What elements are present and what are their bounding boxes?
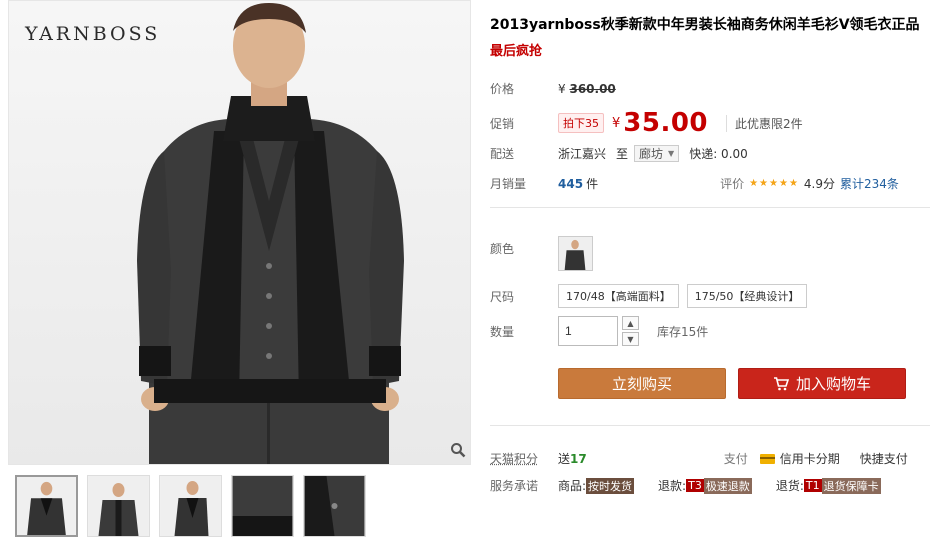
stock-text: 库存15件	[657, 324, 709, 339]
main-product-image[interactable]: YARNBOSS	[8, 0, 471, 465]
delivery-from: 浙江嘉兴	[558, 147, 607, 161]
credit-card-icon	[759, 453, 775, 464]
thumbnail-image	[17, 477, 76, 535]
color-swatch[interactable]	[558, 236, 593, 271]
original-price-value: 360.00	[569, 81, 616, 96]
promo-row: 促销 拍下35 ¥ 35.00 此优惠限2件	[490, 108, 803, 138]
size-option-2[interactable]: 175/50【经典设计】	[686, 284, 808, 308]
promo-currency: ¥	[612, 115, 621, 131]
thumbnail-1[interactable]	[15, 475, 78, 537]
rating-label: 评价	[720, 177, 745, 191]
service-badge: 按时发货	[586, 477, 635, 494]
points-prefix: 送	[558, 452, 571, 466]
service-row: 服务承诺 商品: 按时发货 退款: T3 极速退款 退货: T1 退货保障卡	[490, 477, 881, 494]
quantity-label: 数量	[490, 324, 515, 339]
zoom-button[interactable]	[448, 440, 468, 460]
thumbnail-2[interactable]	[87, 475, 150, 537]
sales-count: 445	[558, 176, 584, 191]
color-label: 颜色	[490, 242, 515, 256]
product-title: 2013yarnboss秋季新款中年男装长袖商务休闲羊毛衫V领毛衣正品	[490, 17, 920, 33]
add-to-cart-button[interactable]: 加入购物车	[738, 368, 906, 399]
service-badge: 退货保障卡	[821, 477, 881, 494]
delivery-to-word: 至	[616, 147, 629, 161]
sales-row: 月销量 445 件 评价 ★★★★★ 4.9分 累计234条	[490, 175, 899, 192]
delivery-label: 配送	[490, 147, 515, 161]
service-prefix: 退款:	[658, 479, 687, 493]
price-label: 价格	[490, 82, 515, 96]
chevron-up-icon: ▲	[627, 318, 634, 328]
thumbnail-image	[88, 476, 149, 536]
increase-button[interactable]: ▲	[622, 316, 639, 330]
decrease-button[interactable]: ▼	[622, 332, 639, 346]
size-label: 尺码	[490, 289, 515, 304]
add-to-cart-label: 加入购物车	[795, 375, 871, 393]
magnifier-icon	[451, 443, 466, 458]
express-fee: 快递: 0.00	[689, 147, 748, 161]
payment-label: 支付	[723, 452, 748, 466]
color-row: 颜色	[490, 236, 593, 271]
service-prefix: 商品:	[558, 479, 587, 493]
destination-dropdown[interactable]: 廊坊 ▼	[634, 145, 680, 162]
thumbnail-5[interactable]	[303, 475, 366, 537]
service-code: T1	[803, 479, 822, 492]
quantity-row: 数量 ▲ ▼ 库存15件	[490, 316, 708, 346]
thumbnail-image	[232, 476, 293, 536]
buy-now-button[interactable]: 立刻购买	[558, 368, 726, 399]
quantity-stepper: ▲ ▼	[622, 316, 639, 346]
quantity-input[interactable]	[558, 316, 618, 346]
service-label: 服务承诺	[490, 479, 539, 493]
thumbnail-image	[160, 476, 221, 536]
rating-stars-icon: ★★★★★	[749, 178, 799, 189]
service-code: T3	[686, 479, 704, 492]
quick-pay[interactable]: 快捷支付	[860, 450, 908, 467]
cart-icon	[773, 376, 789, 391]
sales-label: 月销量	[490, 177, 527, 191]
size-row: 尺码 170/48【高端面料】 175/50【经典设计】	[490, 284, 815, 308]
service-item-refund[interactable]: 退款: T3 极速退款	[658, 477, 752, 494]
credit-installment[interactable]: 信用卡分期	[780, 450, 840, 467]
points-value: 17	[570, 451, 587, 466]
buy-now-label: 立刻购买	[611, 375, 672, 393]
thumbnail-4[interactable]	[231, 475, 294, 537]
points-label[interactable]: 天猫积分	[490, 450, 558, 467]
price-row: 价格 ¥ 360.00	[490, 80, 616, 97]
sales-unit: 件	[586, 177, 599, 191]
rating-score: 4.9分	[803, 177, 836, 191]
service-badge: 极速退款	[703, 477, 752, 494]
size-option-1[interactable]: 170/48【高端面料】	[558, 284, 679, 308]
chevron-down-icon: ▼	[668, 149, 675, 158]
destination-value: 廊坊	[639, 147, 664, 161]
promo-limit: 此优惠限2件	[726, 114, 803, 132]
service-item-goods[interactable]: 商品: 按时发货	[558, 477, 635, 494]
currency-symbol: ¥	[558, 81, 566, 96]
thumbnail-3[interactable]	[159, 475, 222, 537]
section-divider	[490, 207, 930, 208]
product-subtitle: 最后疯抢	[490, 44, 543, 59]
promo-label: 促销	[490, 116, 515, 131]
promo-tag: 拍下35	[558, 113, 604, 133]
original-price: ¥ 360.00	[558, 82, 616, 96]
swatch-image	[559, 237, 592, 270]
service-item-return[interactable]: 退货: T1 退货保障卡	[776, 477, 881, 494]
section-divider	[490, 425, 930, 426]
promo-price: 35.00	[623, 108, 709, 138]
selected-arrow-icon	[44, 475, 54, 477]
points-row: 天猫积分 送 17 支付 信用卡分期 快捷支付	[490, 450, 908, 467]
model-illustration	[137, 3, 404, 464]
service-prefix: 退货:	[775, 479, 804, 493]
review-count-link[interactable]: 累计234条	[840, 175, 899, 192]
thumbnail-strip	[15, 475, 366, 537]
product-page: YARNBOSS 2013yarnboss秋季新款中年男装长袖商务休闲羊毛衫V领…	[0, 0, 930, 544]
delivery-row: 配送 浙江嘉兴 至 廊坊 ▼ 快递: 0.00	[490, 145, 748, 162]
thumbnail-image	[304, 476, 365, 536]
chevron-down-icon: ▼	[627, 334, 634, 344]
